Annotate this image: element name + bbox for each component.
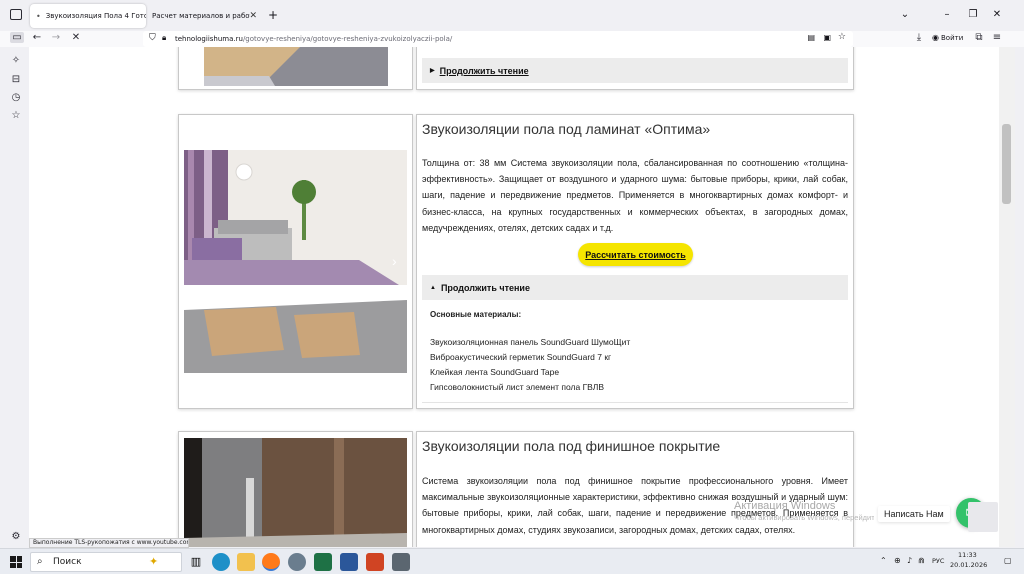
language-indicator[interactable]: РУС	[932, 557, 944, 565]
tray-network-icon[interactable]: ⊕	[894, 556, 901, 565]
laminate-card-text: Звукоизоляции пола под ламинат «Оптима» …	[416, 114, 854, 409]
laminate-room-image: ›	[184, 150, 407, 373]
search-placeholder: Поиск	[53, 557, 82, 567]
material-item: Звукоизоляционная панель SoundGuard Шумо…	[430, 337, 631, 347]
history-icon[interactable]: ◷	[9, 92, 23, 103]
floor-product-image	[204, 47, 388, 86]
lock-icon[interactable]: 🔒︎	[162, 33, 166, 43]
browser-sidebar: ✧ ⊟ ◷ ☆ ⚙	[0, 47, 29, 547]
chevron-down-icon[interactable]: ⌄	[898, 9, 912, 20]
tab-title: Звукоизоляция Пола 4 Готов...	[45, 12, 146, 20]
clock-date[interactable]: 20.01.2026	[950, 561, 987, 569]
material-item: Клейкая лента SoundGuard Tape	[430, 367, 560, 377]
windows-taskbar: ⌕ Поиск ✦ ▥ ⌃ ⊕ ♪ ⋒ РУС 11:33 20.01.2026…	[0, 548, 1024, 574]
url-host: tehnologiishuma.ru	[175, 35, 243, 43]
windows-activation-title: Активация Windows	[734, 500, 836, 512]
scrollbar-thumb[interactable]	[1002, 124, 1011, 204]
taskbar-search[interactable]: ⌕ Поиск ✦	[30, 552, 182, 572]
ai-chat-icon[interactable]: ✧	[9, 55, 23, 66]
clock-time[interactable]: 11:33	[958, 551, 977, 559]
laminate-title: Звукоизоляции пола под ламинат «Оптима»	[422, 121, 711, 137]
tray-volume-icon[interactable]: ♪	[907, 556, 912, 565]
finish-title: Звукоизоляции пола под финишное покрытие	[422, 438, 721, 454]
read-more-label: Продолжить чтение	[440, 282, 530, 293]
tray-wifi-icon[interactable]: ⋒	[918, 556, 925, 565]
material-item: Гипсоволокнистый лист элемент пола ГВЛВ	[430, 382, 605, 392]
loading-spinner-icon[interactable]: ✕	[69, 32, 83, 43]
minimize-icon[interactable]: –	[940, 9, 954, 20]
triangle-up-icon: ▲	[430, 284, 436, 291]
powerpoint-icon[interactable]	[366, 553, 384, 571]
finish-card-text: Звукоизоляции пола под финишное покрытие…	[416, 431, 854, 547]
settings-gear-icon[interactable]: ⚙	[9, 531, 23, 542]
bookmarks-icon[interactable]: ☆	[9, 110, 23, 121]
chat-label[interactable]: Написать Нам	[878, 506, 950, 522]
slider-next-icon: ›	[392, 253, 397, 269]
close-tab-icon[interactable]: ✕	[249, 11, 257, 21]
close-window-icon[interactable]: ✕	[990, 9, 1004, 20]
download-icon[interactable]: ⤓	[912, 32, 926, 43]
top-card-text: ▶ Продолжить чтение	[416, 47, 854, 90]
url-bar[interactable]: ⛉ 🔒︎ tehnologiishuma.ru/gotovye-resheniy…	[143, 31, 853, 47]
recaptcha-icon	[968, 502, 998, 532]
laminate-card-image: ›	[178, 114, 413, 409]
menu-icon[interactable]: ≡	[990, 32, 1004, 43]
reader-view-icon[interactable]: ▤	[807, 33, 815, 42]
edge-icon[interactable]	[212, 553, 230, 571]
tab-inactive[interactable]: Расчет материалов и работ - 2026 ✕	[146, 4, 262, 28]
finish-room-image	[184, 438, 407, 547]
tab-active[interactable]: • Звукоизоляция Пола 4 Готов...	[30, 4, 146, 28]
firefox-icon[interactable]	[262, 553, 280, 571]
page-viewport: ▶ Продолжить чтение › Звукоизоляции пола…	[29, 47, 999, 547]
extensions-icon[interactable]: ⧉	[972, 32, 986, 43]
forward-icon[interactable]: →	[49, 32, 63, 43]
material-item: Виброакустический герметик SoundGuard 7 …	[430, 352, 612, 362]
top-card-image	[178, 47, 413, 90]
tray-chevron-icon[interactable]: ⌃	[880, 556, 887, 565]
back-icon[interactable]: ←	[30, 32, 44, 43]
tab-strip: • Звукоизоляция Пола 4 Готов... Расчет м…	[0, 0, 1024, 31]
tracking-shield-icon[interactable]: ⛉	[149, 33, 156, 43]
picture-icon[interactable]: ▣	[823, 33, 831, 42]
login-button[interactable]: ◉ Войти	[932, 33, 963, 42]
excel-icon[interactable]	[314, 553, 332, 571]
search-icon: ⌕	[37, 556, 43, 567]
url-path: /gotovye-resheniya/gotovye-resheniya-zvu…	[242, 35, 453, 43]
sidebar-toggle-icon[interactable]: ▭	[10, 32, 24, 43]
windows-activation-subtitle: Чтобы активировать Windows, перейдите в …	[734, 513, 874, 522]
finish-card-image	[178, 431, 413, 547]
word-icon[interactable]	[340, 553, 358, 571]
loading-dot-icon: •	[36, 11, 41, 21]
tab-title: Расчет материалов и работ - 2026	[152, 12, 250, 20]
divider	[422, 402, 848, 403]
tab-list-icon[interactable]	[10, 9, 22, 20]
read-more-accordion-top[interactable]: ▶ Продолжить чтение	[422, 58, 848, 83]
synced-tabs-icon[interactable]: ⊟	[9, 74, 23, 85]
laminate-description: Толщина от: 38 мм Система звукоизоляции …	[422, 158, 848, 233]
plus-icon[interactable]: +	[266, 8, 280, 22]
windows-start-icon[interactable]	[10, 556, 22, 568]
status-line: Выполнение TLS-рукопожатия с www.youtube…	[29, 538, 189, 548]
page-scrollbar[interactable]	[999, 47, 1015, 547]
bookmark-star-icon[interactable]: ☆	[838, 32, 846, 42]
app-icon[interactable]	[288, 553, 306, 571]
triangle-right-icon: ▶	[430, 68, 435, 74]
file-explorer-icon[interactable]	[237, 553, 255, 571]
notifications-icon[interactable]: ▢	[1004, 556, 1012, 565]
calculator-icon[interactable]	[392, 553, 410, 571]
maximize-icon[interactable]: ❐	[966, 9, 980, 20]
calc-price-button[interactable]: Рассчитать стоимость	[578, 243, 693, 266]
materials-title: Основные материалы:	[430, 310, 522, 319]
read-more-label: Продолжить чтение	[439, 65, 529, 76]
read-more-accordion-laminate[interactable]: ▲ Продолжить чтение	[422, 275, 848, 300]
login-label: Войти	[940, 33, 964, 42]
search-highlight-icon: ✦	[149, 555, 159, 568]
navigation-toolbar: ▭ ← → ✕ ⛉ 🔒︎ tehnologiishuma.ru/gotovye-…	[0, 31, 1024, 47]
task-view-icon[interactable]: ▥	[187, 553, 205, 571]
account-icon: ◉	[932, 33, 939, 42]
